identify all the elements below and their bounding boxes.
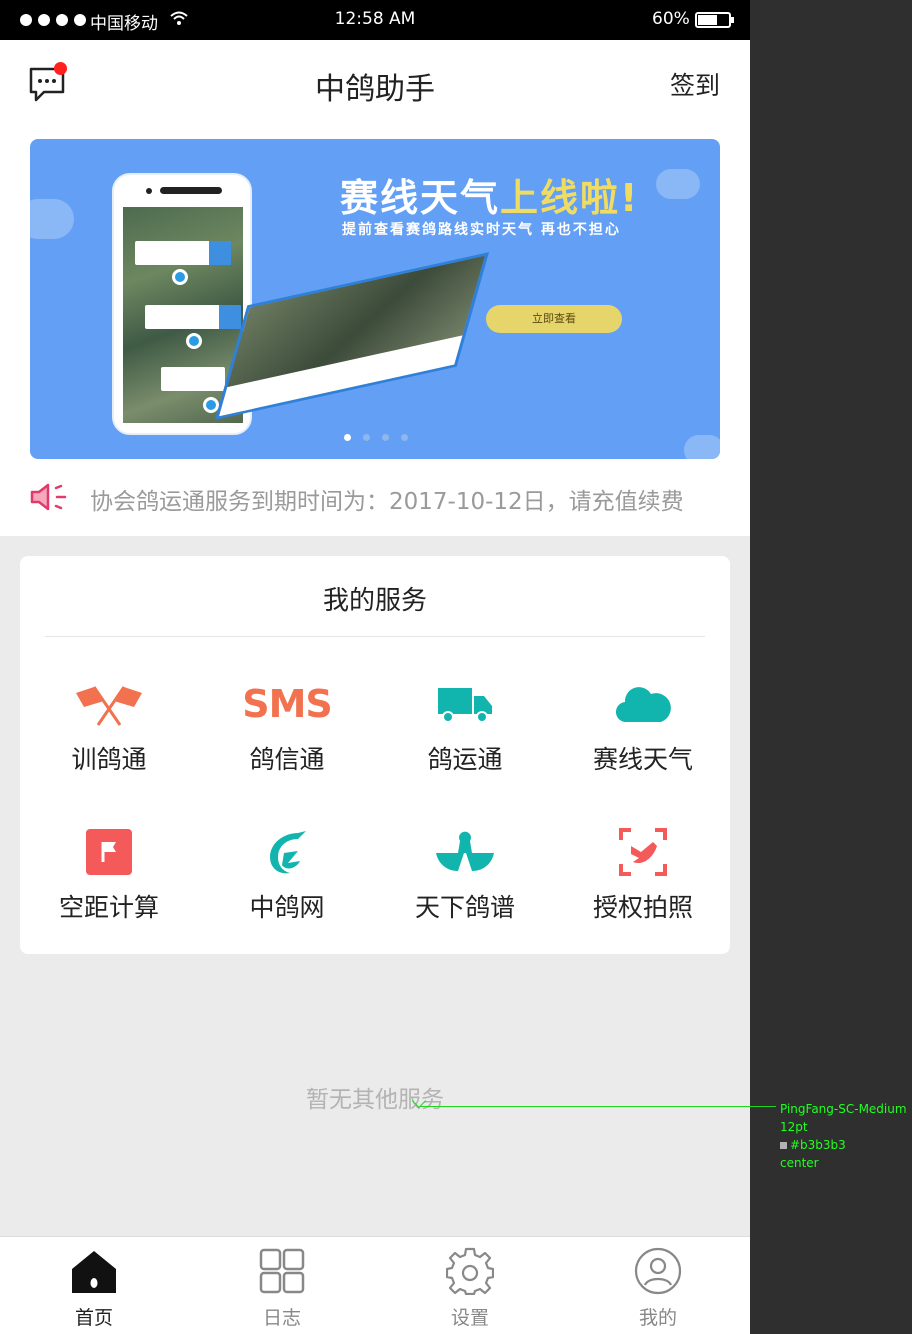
- service-transport[interactable]: 鸽运通: [376, 674, 554, 804]
- service-weather[interactable]: 赛线天气: [554, 674, 732, 804]
- tab-label: 日志: [262, 1307, 301, 1329]
- sms-icon: SMS: [242, 682, 333, 726]
- cloud-decoration: [656, 169, 700, 199]
- tab-label: 首页: [74, 1307, 113, 1329]
- annotation-size: 12pt: [780, 1120, 808, 1134]
- service-label: 训鸽通: [71, 745, 147, 774]
- notice-bar[interactable]: 协会鸽运通服务到期时间为：2017-10-12日，请充值续费: [30, 480, 730, 515]
- service-label: 赛线天气: [592, 745, 693, 774]
- pager-dot[interactable]: [382, 434, 389, 441]
- color-swatch: [780, 1142, 787, 1149]
- banner-headline: 赛线天气上线啦!: [340, 176, 640, 220]
- annotation-font: PingFang-SC-Medium: [780, 1102, 907, 1116]
- pager-dot[interactable]: [401, 434, 408, 441]
- home-icon: [72, 1251, 116, 1293]
- divider: [45, 636, 705, 637]
- annotation-align: center: [780, 1156, 819, 1170]
- speaker-icon: [30, 483, 67, 511]
- tab-label: 我的: [638, 1307, 677, 1329]
- tab-settings[interactable]: 设置: [376, 1237, 564, 1334]
- tab-home[interactable]: 首页: [0, 1237, 188, 1334]
- scan-bird-icon: [554, 822, 732, 882]
- view-now-button[interactable]: 立即查看: [486, 305, 622, 333]
- notice-text: 协会鸽运通服务到期时间为：2017-10-12日，请充值续费: [90, 489, 684, 515]
- tab-log[interactable]: 日志: [188, 1237, 376, 1334]
- promo-banner[interactable]: 赛线天气上线啦! 提前查看赛鸽路线实时天气 再也不担心 立即查看: [30, 139, 720, 459]
- tab-me[interactable]: 我的: [564, 1237, 750, 1334]
- phone-screen: 中国移动 12:58 AM 60% 中鸽助手 签到 赛线天气上线啦! 提前查看赛…: [0, 0, 750, 1334]
- cloud-icon: [554, 674, 732, 734]
- annotation-color: #b3b3b3: [780, 1136, 907, 1154]
- pager-dot[interactable]: [344, 434, 351, 441]
- status-time: 12:58 AM: [334, 9, 416, 29]
- bird-hands-icon: [376, 822, 554, 882]
- cloud-decoration: [30, 199, 74, 239]
- pigeon-logo-icon: [198, 822, 376, 882]
- banner-pager[interactable]: [344, 434, 408, 441]
- service-authorized-photo[interactable]: 授权拍照: [554, 822, 732, 952]
- status-bar: 中国移动 12:58 AM 60%: [0, 0, 750, 40]
- service-label: 中鸽网: [249, 893, 325, 922]
- crossed-flags-icon: [20, 674, 198, 734]
- battery-percent: 60%: [652, 9, 690, 29]
- banner-subline: 提前查看赛鸽路线实时天气 再也不担心: [342, 222, 621, 238]
- service-label: 天下鸽谱: [414, 893, 515, 922]
- tab-bar: 首页 日志 设置 我的: [0, 1236, 750, 1334]
- service-label: 空距计算: [58, 893, 159, 922]
- service-pedigree[interactable]: 天下鸽谱: [376, 822, 554, 952]
- service-distance[interactable]: 空距计算: [20, 822, 198, 952]
- page-title: 中鸽助手: [315, 72, 435, 107]
- gear-icon: [446, 1247, 494, 1295]
- signin-button[interactable]: 签到: [670, 66, 720, 102]
- cloud-decoration: [684, 435, 720, 459]
- services-title: 我的服务: [322, 586, 427, 616]
- service-zhongge-net[interactable]: 中鸽网: [198, 822, 376, 952]
- tab-label: 设置: [450, 1307, 489, 1329]
- service-label: 鸽运通: [427, 745, 503, 774]
- top-section: 赛线天气上线啦! 提前查看赛鸽路线实时天气 再也不担心 立即查看 协会鸽运通服务…: [0, 124, 750, 536]
- truck-icon: [376, 674, 554, 734]
- flag-icon: [20, 822, 198, 882]
- my-services-card: 我的服务 训鸽通 SMS 鸽信通 鸽运通 赛线天气 空距计算 中鸽网 天下鸽谱 …: [20, 556, 730, 954]
- battery-icon: [695, 12, 734, 28]
- empty-services-text: 暂无其他服务: [306, 1087, 444, 1113]
- service-label: 授权拍照: [592, 893, 693, 922]
- tablet-illustration: [214, 252, 490, 420]
- pager-dot[interactable]: [363, 434, 370, 441]
- service-training[interactable]: 训鸽通: [20, 674, 198, 804]
- service-sms[interactable]: SMS 鸽信通: [198, 674, 376, 804]
- user-icon: [634, 1247, 682, 1295]
- annotation-line: [420, 1106, 776, 1107]
- app-header: 中鸽助手 签到: [0, 40, 750, 124]
- design-annotation: PingFang-SC-Medium 12pt #b3b3b3 center: [780, 1100, 907, 1172]
- service-label: 鸽信通: [249, 745, 325, 774]
- grid-icon: [259, 1248, 305, 1294]
